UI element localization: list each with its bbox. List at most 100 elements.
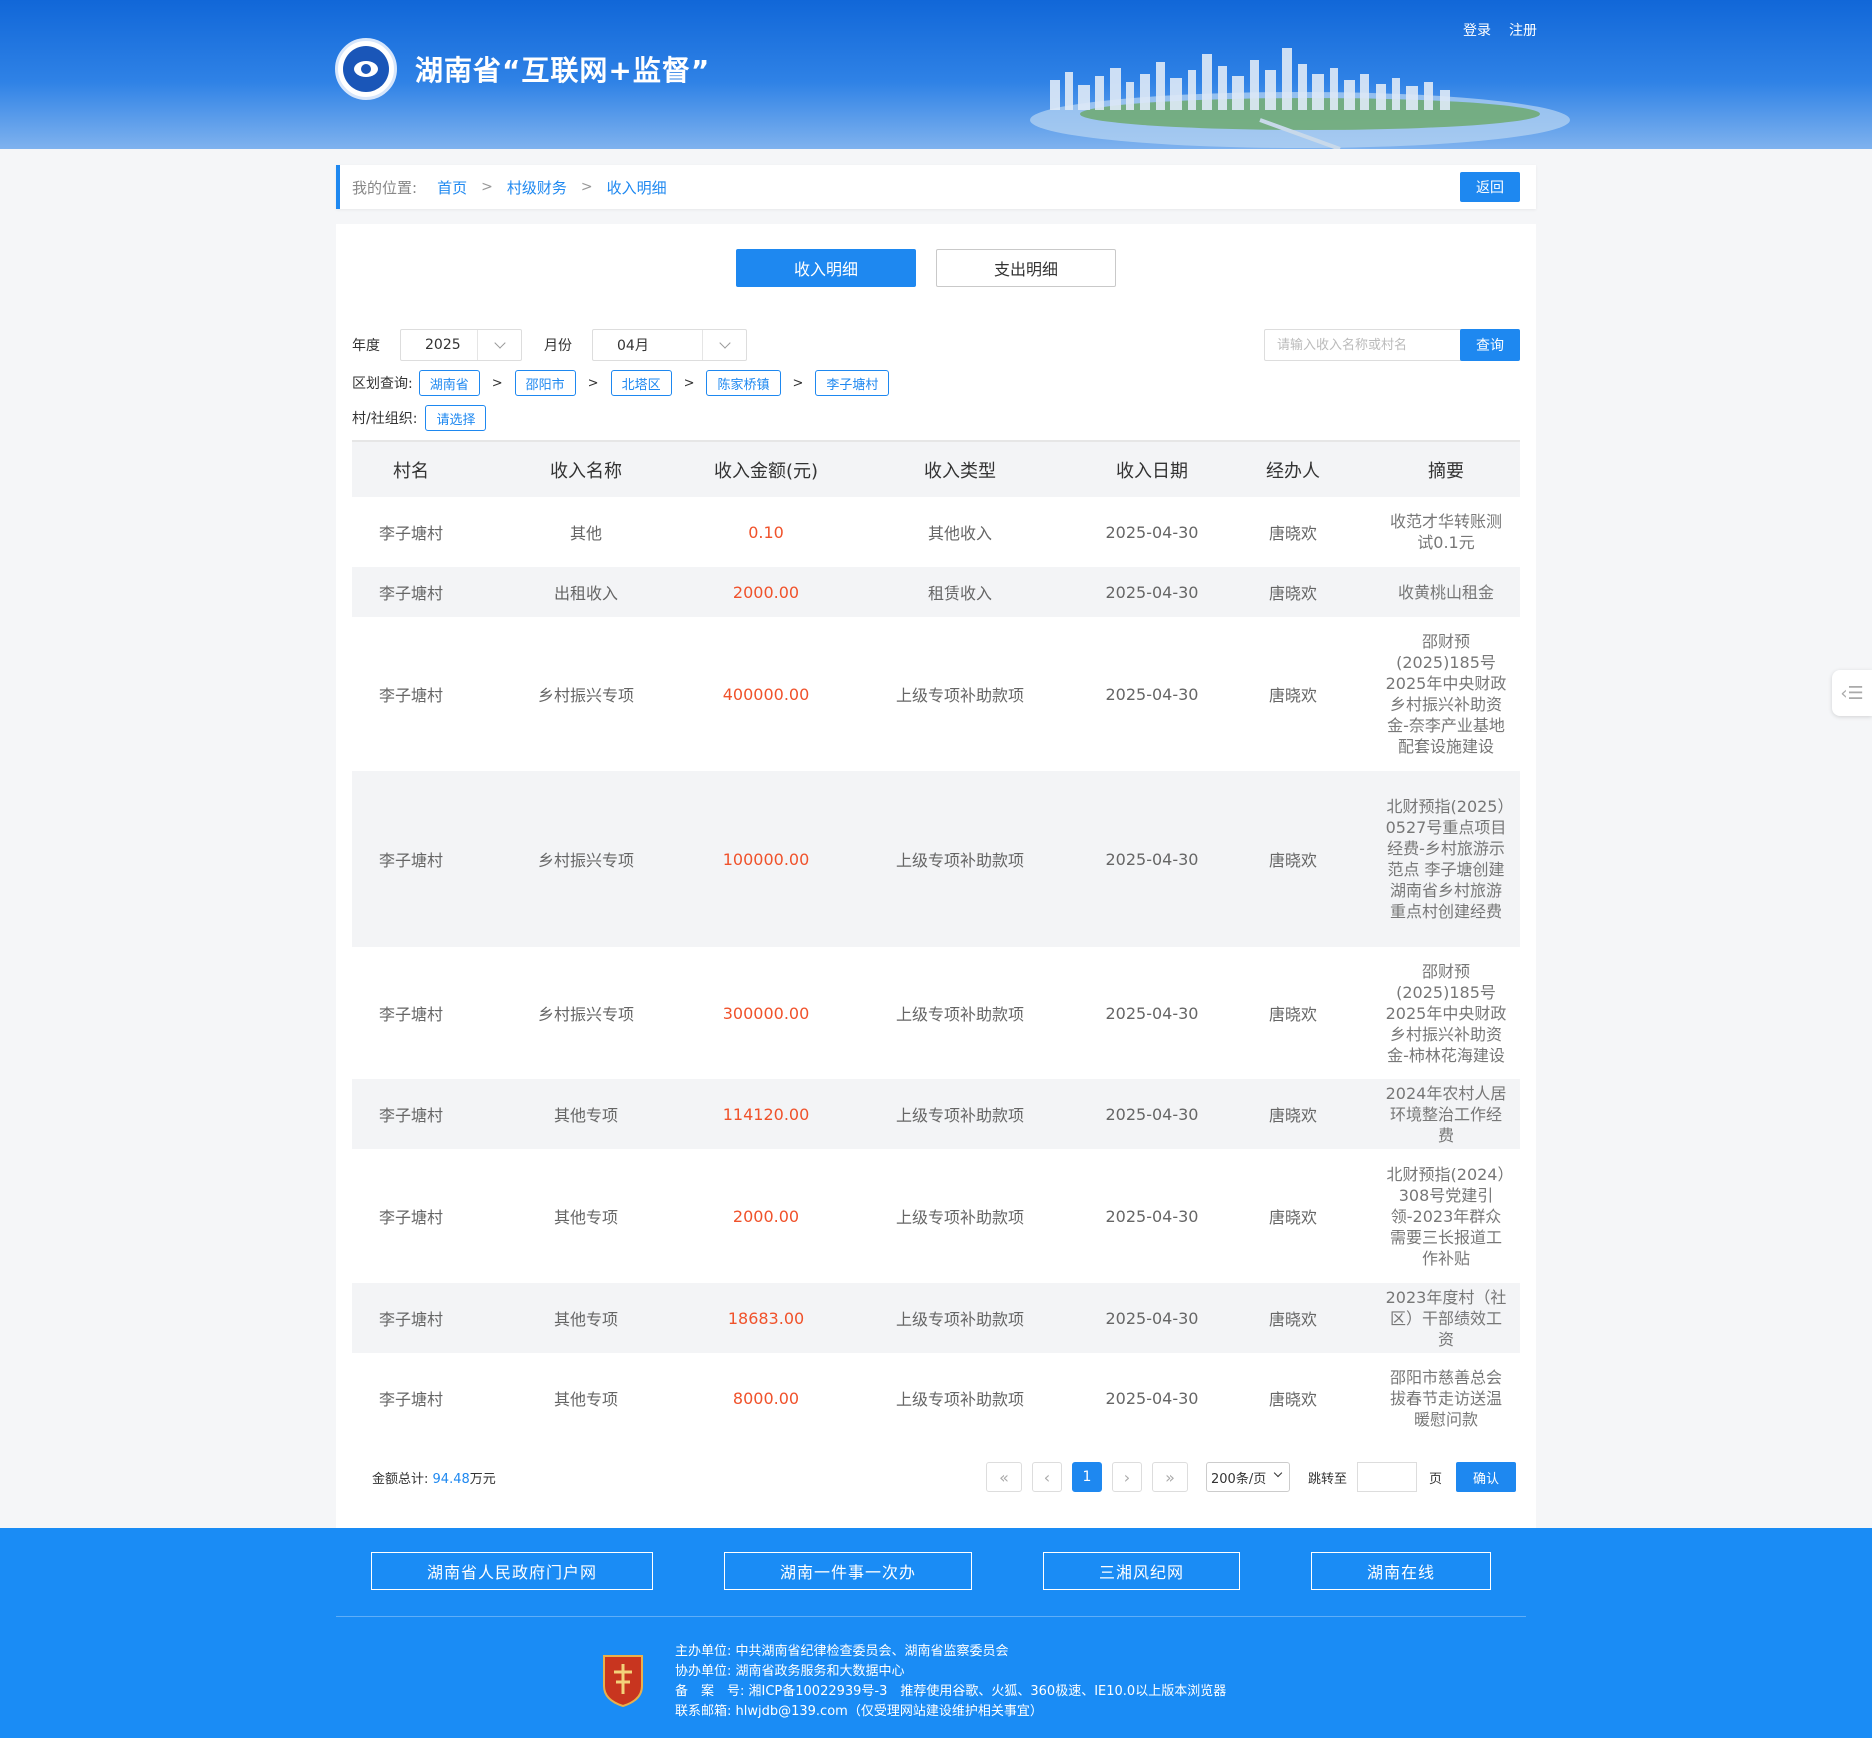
cell-handler: 唐晓欢 — [1268, 1310, 1317, 1329]
cell-date: 2025-04-30 — [1105, 1003, 1199, 1023]
tab-income-detail[interactable]: 收入明细 — [736, 249, 916, 287]
side-menu-toggle[interactable]: ‹☰ — [1832, 670, 1872, 716]
cell-amount: 2000.00 — [732, 582, 800, 602]
confirm-jump-button[interactable]: 确认 — [1456, 1462, 1517, 1492]
detail-tabs: 收入明细 支出明细 — [736, 249, 1116, 287]
tab-expense-detail[interactable]: 支出明细 — [936, 249, 1116, 287]
table-row: 李子塘村 其他 0.10 其他收入 2025-04-30 唐晓欢 收范才华转账测试0.1元 — [352, 497, 1520, 567]
cell-amount: 300000.00 — [722, 1003, 810, 1023]
cell-handler: 唐晓欢 — [1268, 851, 1317, 870]
cell-amount: 400000.00 — [722, 684, 810, 704]
site-title: 湖南省“互联网+监督” — [415, 54, 711, 87]
query-button[interactable]: 查询 — [1460, 329, 1520, 361]
last-page-button[interactable]: » — [1152, 1462, 1188, 1492]
pagination: « ‹ 1 › » 200条/页 跳转至 页 确认 — [986, 1462, 1517, 1492]
month-select[interactable]: 04月 — [592, 329, 747, 361]
table-row: 李子塘村 乡村振兴专项 100000.00 上级专项补助款项 2025-04-30 唐晓欢… — [352, 771, 1520, 947]
cell-summary: 收范才华转账测试0.1元 — [1389, 512, 1502, 552]
cell-income-type: 上级专项补助款项 — [895, 851, 1024, 870]
jump-label: 跳转至 — [1308, 1471, 1348, 1487]
prev-page-button[interactable]: ‹ — [1032, 1462, 1062, 1492]
chevron-down-icon — [1273, 1468, 1283, 1478]
search-input[interactable] — [1264, 329, 1464, 361]
footer-link-one-thing[interactable]: 湖南一件事一次办 — [724, 1552, 972, 1590]
cell-village: 李子塘村 — [378, 584, 443, 603]
total-unit: 万元 — [469, 1472, 496, 1487]
org-label: 村/社组织: — [352, 411, 418, 427]
cell-income-name: 出租收入 — [553, 584, 618, 603]
cell-summary: 邵阳市慈善总会拔春节走访送温暖慰问款 — [1389, 1367, 1502, 1429]
page-size-select[interactable]: 200条/页 — [1206, 1462, 1290, 1492]
year-label: 年度 — [352, 338, 380, 354]
col-village: 村名 — [393, 460, 429, 482]
footer-info: 主办单位: 中共湖南省纪律检查委员会、湖南省监察委员会 协办单位: 湖南省政务服… — [675, 1642, 1226, 1722]
breadcrumb-home[interactable]: 首页 — [437, 177, 467, 198]
breadcrumb-separator: > — [481, 179, 493, 195]
cell-date: 2025-04-30 — [1105, 684, 1199, 704]
cell-summary: 北财预指(2025）0527号重点项目经费-乡村旅游示范点 李子塘创建湖南省乡村… — [1385, 797, 1507, 921]
cell-income-type: 上级专项补助款项 — [895, 1005, 1024, 1024]
org-filter-row: 村/社组织: 请选择 — [352, 405, 487, 431]
cell-village: 李子塘村 — [378, 1106, 443, 1125]
cell-income-name: 其他 — [569, 524, 602, 543]
back-button[interactable]: 返回 — [1460, 172, 1520, 202]
region-separator: > — [683, 375, 695, 391]
region-label: 区划查询: — [352, 376, 413, 392]
cell-summary: 邵财预(2025)185号2025年中央财政乡村振兴补助资金-柿林花海建设 — [1385, 961, 1507, 1065]
table-row: 李子塘村 其他专项 2000.00 上级专项补助款项 2025-04-30 唐晓欢 北财预指… — [352, 1149, 1520, 1283]
eye-emblem-icon — [335, 38, 397, 100]
income-table: 村名 收入名称 收入金额(元) 收入类型 收入日期 经办人 摘要 李子塘村 其他 0… — [352, 440, 1520, 1443]
page-number-current[interactable]: 1 — [1072, 1462, 1102, 1492]
footer-divider — [336, 1616, 1526, 1617]
cell-village: 李子塘村 — [378, 524, 443, 543]
org-select-tag[interactable]: 请选择 — [425, 405, 487, 431]
login-link[interactable]: 登录 — [1463, 20, 1491, 40]
cell-income-name: 其他专项 — [553, 1390, 618, 1409]
region-tag-city[interactable]: 邵阳市 — [514, 370, 576, 396]
cell-summary: 收黄桃山租金 — [1397, 582, 1494, 602]
chevron-down-icon — [477, 330, 521, 360]
cell-village: 李子塘村 — [378, 1005, 443, 1024]
next-page-button[interactable]: › — [1112, 1462, 1142, 1492]
cell-handler: 唐晓欢 — [1268, 686, 1317, 705]
year-select[interactable]: 2025 — [400, 329, 522, 361]
table-header: 村名 收入名称 收入金额(元) 收入类型 收入日期 经办人 摘要 — [352, 442, 1520, 497]
cell-income-name: 乡村振兴专项 — [537, 1005, 634, 1024]
col-income-type: 收入类型 — [924, 460, 996, 482]
amount-total: 金额总计: 94.48万元 — [372, 1468, 496, 1487]
region-tag-province[interactable]: 湖南省 — [418, 370, 480, 396]
month-value: 04月 — [617, 338, 649, 354]
region-tag-district[interactable]: 北塔区 — [610, 370, 672, 396]
cell-handler: 唐晓欢 — [1268, 584, 1317, 603]
first-page-button[interactable]: « — [986, 1462, 1022, 1492]
cell-date: 2025-04-30 — [1105, 849, 1199, 869]
cell-amount: 0.10 — [748, 522, 784, 542]
cell-date: 2025-04-30 — [1105, 522, 1199, 542]
cell-date: 2025-04-30 — [1105, 1308, 1199, 1328]
footer-link-hunan-online[interactable]: 湖南在线 — [1311, 1552, 1491, 1590]
footer-link-sanxiang[interactable]: 三湘风纪网 — [1043, 1552, 1240, 1590]
cell-summary: 邵财预(2025)185号2025年中央财政乡村振兴补助资金-奈李产业基地配套设… — [1385, 632, 1507, 756]
breadcrumb-village-finance[interactable]: 村级财务 — [507, 177, 567, 198]
table-row: 李子塘村 乡村振兴专项 300000.00 上级专项补助款项 2025-04-30 唐晓欢… — [352, 947, 1520, 1079]
site-logo[interactable]: 湖南省“互联网+监督” — [335, 38, 710, 100]
main-panel: 收入明细 支出明细 年度 2025 月份 04月 查询 区划查询: 湖南省 > … — [336, 224, 1536, 1528]
footer-link-gov-portal[interactable]: 湖南省人民政府门户网 — [371, 1552, 653, 1590]
region-tag-village[interactable]: 李子塘村 — [815, 370, 890, 396]
cell-summary: 2024年农村人居环境整治工作经费 — [1385, 1083, 1507, 1145]
cell-summary: 2023年度村（社区）干部绩效工资 — [1385, 1287, 1507, 1349]
breadcrumb-income-detail[interactable]: 收入明细 — [607, 177, 667, 198]
jump-page-input[interactable] — [1357, 1462, 1418, 1492]
cell-village: 李子塘村 — [378, 1390, 443, 1409]
footer-host: 主办单位: 中共湖南省纪律检查委员会、湖南省监察委员会 — [675, 1644, 1009, 1659]
table-row: 李子塘村 其他专项 8000.00 上级专项补助款项 2025-04-30 唐晓欢 邵阳市慈… — [352, 1353, 1520, 1443]
site-header: 湖南省“互联网+监督” 登录 注册 — [0, 0, 1872, 149]
year-value: 2025 — [425, 337, 461, 353]
cell-income-name: 其他专项 — [553, 1310, 618, 1329]
region-tag-town[interactable]: 陈家桥镇 — [706, 370, 781, 396]
party-discipline-emblem-icon[interactable] — [600, 1652, 646, 1708]
cell-date: 2025-04-30 — [1105, 1388, 1199, 1408]
register-link[interactable]: 注册 — [1509, 20, 1537, 40]
cell-amount: 18683.00 — [727, 1308, 805, 1328]
page-size-value: 200条/页 — [1211, 1471, 1267, 1487]
